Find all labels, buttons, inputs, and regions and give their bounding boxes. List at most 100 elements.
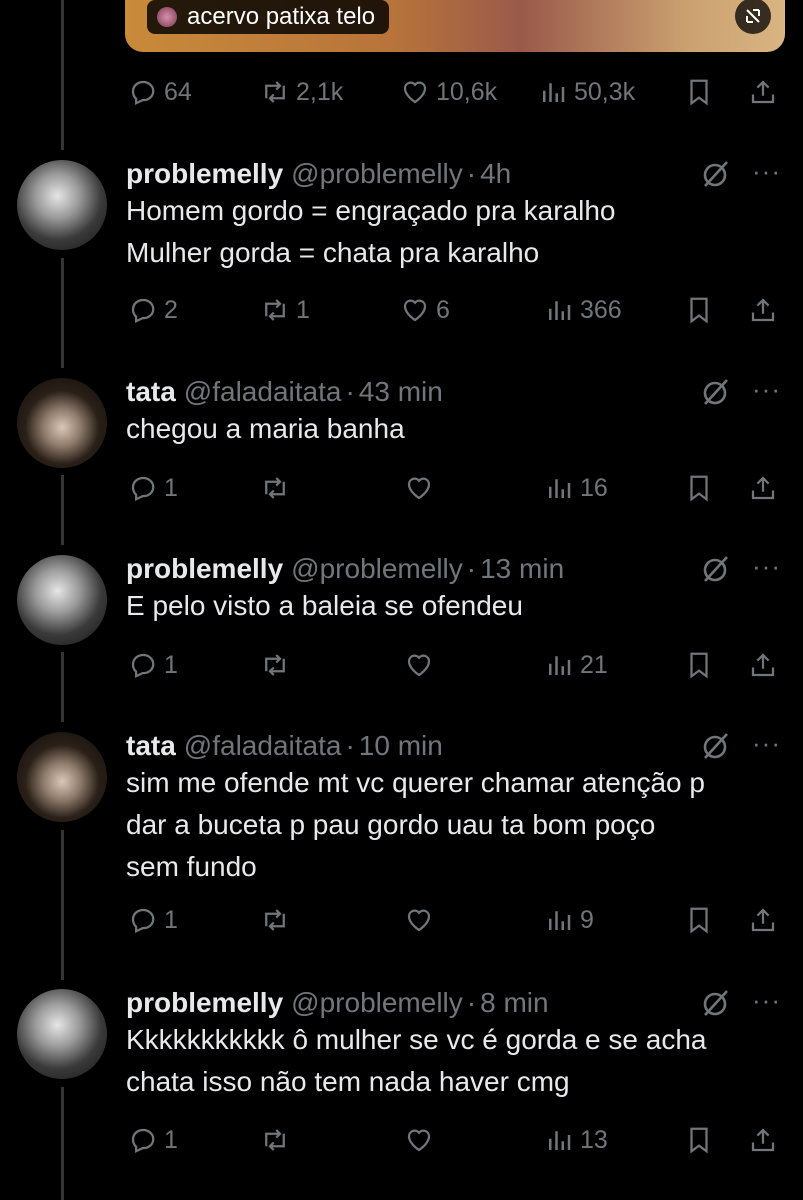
grok-icon[interactable] (700, 376, 732, 408)
tweet-actions: 1 9 (128, 900, 788, 940)
grok-icon[interactable] (700, 730, 732, 762)
reply-count: 1 (164, 650, 178, 679)
user-handle[interactable]: @problemelly (291, 158, 463, 190)
bookmark-icon (690, 79, 708, 106)
display-name[interactable]: tata (126, 730, 176, 762)
reply-count: 1 (164, 1125, 178, 1154)
more-icon[interactable]: ··· (752, 551, 781, 582)
display-name[interactable]: tata (126, 376, 176, 408)
reply-button[interactable]: 64 (128, 72, 192, 112)
thread-line (61, 475, 64, 545)
media-expand-button[interactable] (735, 0, 771, 34)
tweet-actions: 1 13 (128, 1120, 788, 1160)
share-icon (751, 80, 775, 104)
repost-button[interactable]: 1 (260, 290, 310, 330)
like-button[interactable] (404, 1120, 440, 1160)
separator: · (466, 987, 477, 1018)
timestamp[interactable]: 13 min (480, 553, 564, 585)
bookmark-button[interactable] (684, 900, 714, 940)
avatar[interactable] (17, 555, 107, 645)
like-button[interactable] (404, 645, 440, 685)
repost-icon (265, 477, 285, 499)
reply-button[interactable]: 1 (128, 468, 178, 508)
share-button[interactable] (748, 1120, 778, 1160)
like-button[interactable] (404, 468, 440, 508)
bookmark-icon (690, 907, 708, 934)
tweet-actions: 64 2,1k 10,6k 50,3k (128, 72, 788, 112)
views-button[interactable]: 366 (544, 290, 622, 330)
reply-icon (131, 298, 155, 324)
timestamp[interactable]: 8 min (480, 987, 548, 1019)
views-icon (549, 479, 571, 498)
media-tag-avatar (157, 7, 177, 27)
repost-button[interactable] (260, 468, 296, 508)
share-button[interactable] (748, 72, 778, 112)
more-icon[interactable]: ··· (752, 985, 781, 1016)
share-button[interactable] (748, 290, 778, 330)
views-button[interactable]: 50,3k (538, 72, 635, 112)
repost-button[interactable] (260, 900, 296, 940)
user-handle[interactable]: @faladaitata (184, 730, 342, 762)
views-button[interactable]: 13 (544, 1120, 608, 1160)
repost-icon (265, 81, 285, 103)
bookmark-button[interactable] (684, 468, 714, 508)
tweet-media-image[interactable]: acervo patixa telo (125, 0, 785, 52)
like-icon (407, 909, 431, 932)
grok-icon[interactable] (700, 553, 732, 585)
reply-button[interactable]: 1 (128, 1120, 178, 1160)
grok-icon[interactable] (700, 987, 732, 1019)
thread-line (61, 652, 64, 722)
like-button[interactable]: 10,6k (400, 72, 497, 112)
bookmark-icon (690, 475, 708, 502)
separator: · (345, 730, 355, 761)
more-icon[interactable]: ··· (752, 156, 781, 187)
tweet-text: Homem gordo = engraçado pra karalho Mulh… (126, 195, 616, 268)
repost-button[interactable] (260, 1120, 296, 1160)
more-icon[interactable]: ··· (752, 728, 781, 759)
avatar[interactable] (17, 160, 107, 250)
share-button[interactable] (748, 900, 778, 940)
avatar[interactable] (17, 989, 107, 1079)
bookmark-icon (690, 652, 708, 679)
reply-button[interactable]: 1 (128, 900, 178, 940)
repost-button[interactable] (260, 645, 296, 685)
views-count: 21 (580, 650, 608, 679)
grok-icon[interactable] (700, 158, 732, 190)
tweet-header: problemelly @problemelly · 13 min (126, 551, 564, 587)
reply-button[interactable]: 2 (128, 290, 178, 330)
bookmark-button[interactable] (684, 290, 714, 330)
user-handle[interactable]: @problemelly (291, 987, 463, 1019)
separator: · (345, 376, 355, 407)
like-count: 10,6k (436, 77, 498, 106)
display-name[interactable]: problemelly (126, 158, 283, 190)
bookmark-button[interactable] (684, 1120, 714, 1160)
display-name[interactable]: problemelly (126, 987, 283, 1019)
bookmark-button[interactable] (684, 72, 714, 112)
like-button[interactable]: 6 (400, 290, 450, 330)
reply-button[interactable]: 1 (128, 645, 178, 685)
views-button[interactable]: 16 (544, 468, 608, 508)
repost-button[interactable]: 2,1k (260, 72, 343, 112)
timestamp[interactable]: 4h (480, 158, 511, 190)
timestamp[interactable]: 43 min (359, 376, 443, 408)
share-button[interactable] (748, 645, 778, 685)
repost-icon (265, 1129, 285, 1151)
display-name[interactable]: problemelly (126, 553, 283, 585)
user-handle[interactable]: @faladaitata (184, 376, 342, 408)
thread-line (61, 830, 64, 980)
media-tag[interactable]: acervo patixa telo (147, 0, 390, 34)
avatar[interactable] (17, 732, 107, 822)
user-handle[interactable]: @problemelly (291, 553, 463, 585)
tweet-text: E pelo visto a baleia se ofendeu (126, 590, 523, 621)
bookmark-button[interactable] (684, 645, 714, 685)
share-icon (751, 1128, 775, 1152)
like-button[interactable] (404, 900, 440, 940)
avatar[interactable] (17, 378, 107, 468)
like-count: 6 (436, 295, 450, 324)
media-tag-label: acervo patixa telo (187, 3, 376, 30)
timestamp[interactable]: 10 min (359, 730, 443, 762)
more-icon[interactable]: ··· (752, 374, 781, 405)
views-button[interactable]: 9 (544, 900, 594, 940)
views-button[interactable]: 21 (544, 645, 608, 685)
share-button[interactable] (748, 468, 778, 508)
